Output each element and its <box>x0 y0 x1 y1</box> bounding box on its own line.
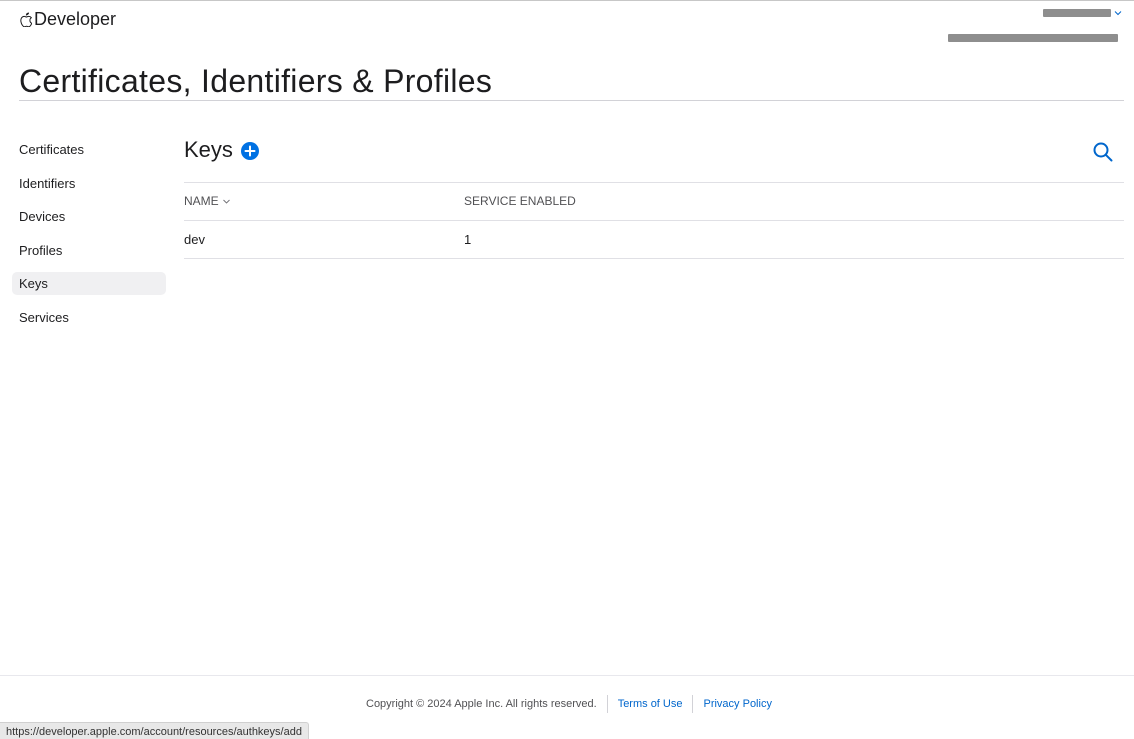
page-title: Certificates, Identifiers & Profiles <box>19 63 493 99</box>
keys-table: NAME SERVICE ENABLED dev 1 <box>184 183 1124 259</box>
developer-brand-link[interactable]: Developer <box>19 9 116 30</box>
add-key-button[interactable] <box>241 142 259 160</box>
sidebar-item-devices[interactable]: Devices <box>12 205 166 228</box>
privacy-policy-link[interactable]: Privacy Policy <box>703 698 771 710</box>
chevron-down-icon <box>1114 11 1122 16</box>
key-services-cell: 1 <box>464 232 472 247</box>
sort-chevron-down-icon <box>222 200 230 204</box>
sidebar-item-keys[interactable]: Keys <box>12 272 166 295</box>
sidebar-item-identifiers[interactable]: Identifiers <box>12 172 166 195</box>
sidebar-item-services[interactable]: Services <box>12 306 166 329</box>
footer-divider <box>692 695 694 713</box>
page: Developer Certificates, Identifiers & Pr… <box>0 0 1134 739</box>
table-row[interactable]: dev 1 <box>184 221 1124 259</box>
apple-logo-icon <box>20 12 32 27</box>
column-header-services[interactable]: SERVICE ENABLED <box>464 183 576 220</box>
terms-of-use-link[interactable]: Terms of Use <box>618 698 683 710</box>
account-team <box>948 29 1118 47</box>
sidebar-item-certificates[interactable]: Certificates <box>12 138 166 161</box>
account-menu[interactable] <box>922 7 1122 42</box>
brand-label: Developer <box>34 9 117 29</box>
sidebar-item-profiles[interactable]: Profiles <box>12 239 166 262</box>
redacted-team-name <box>948 34 1118 42</box>
column-header-name-label: NAME <box>184 194 219 208</box>
title-divider <box>19 100 1124 101</box>
copyright-text: Copyright © 2024 Apple Inc. All rights r… <box>366 698 597 710</box>
section-title: Keys <box>184 137 233 162</box>
key-name-cell[interactable]: dev <box>184 221 205 258</box>
footer-content: Copyright © 2024 Apple Inc. All rights r… <box>366 695 772 713</box>
section-header: Keys <box>184 131 1124 183</box>
redacted-account-name <box>1043 9 1111 17</box>
sidebar: Certificates Identifiers Devices Profile… <box>12 138 166 339</box>
column-header-name[interactable]: NAME <box>184 183 230 220</box>
footer-divider <box>606 695 608 713</box>
table-header-row: NAME SERVICE ENABLED <box>184 183 1124 221</box>
main-content: Keys NAME SERVICE ENABLED dev 1 <box>184 131 1124 259</box>
search-icon[interactable] <box>1092 141 1114 163</box>
top-bar: Developer <box>0 1 1134 61</box>
status-bar-url: https://developer.apple.com/account/reso… <box>0 722 309 739</box>
account-name[interactable] <box>1043 9 1122 17</box>
